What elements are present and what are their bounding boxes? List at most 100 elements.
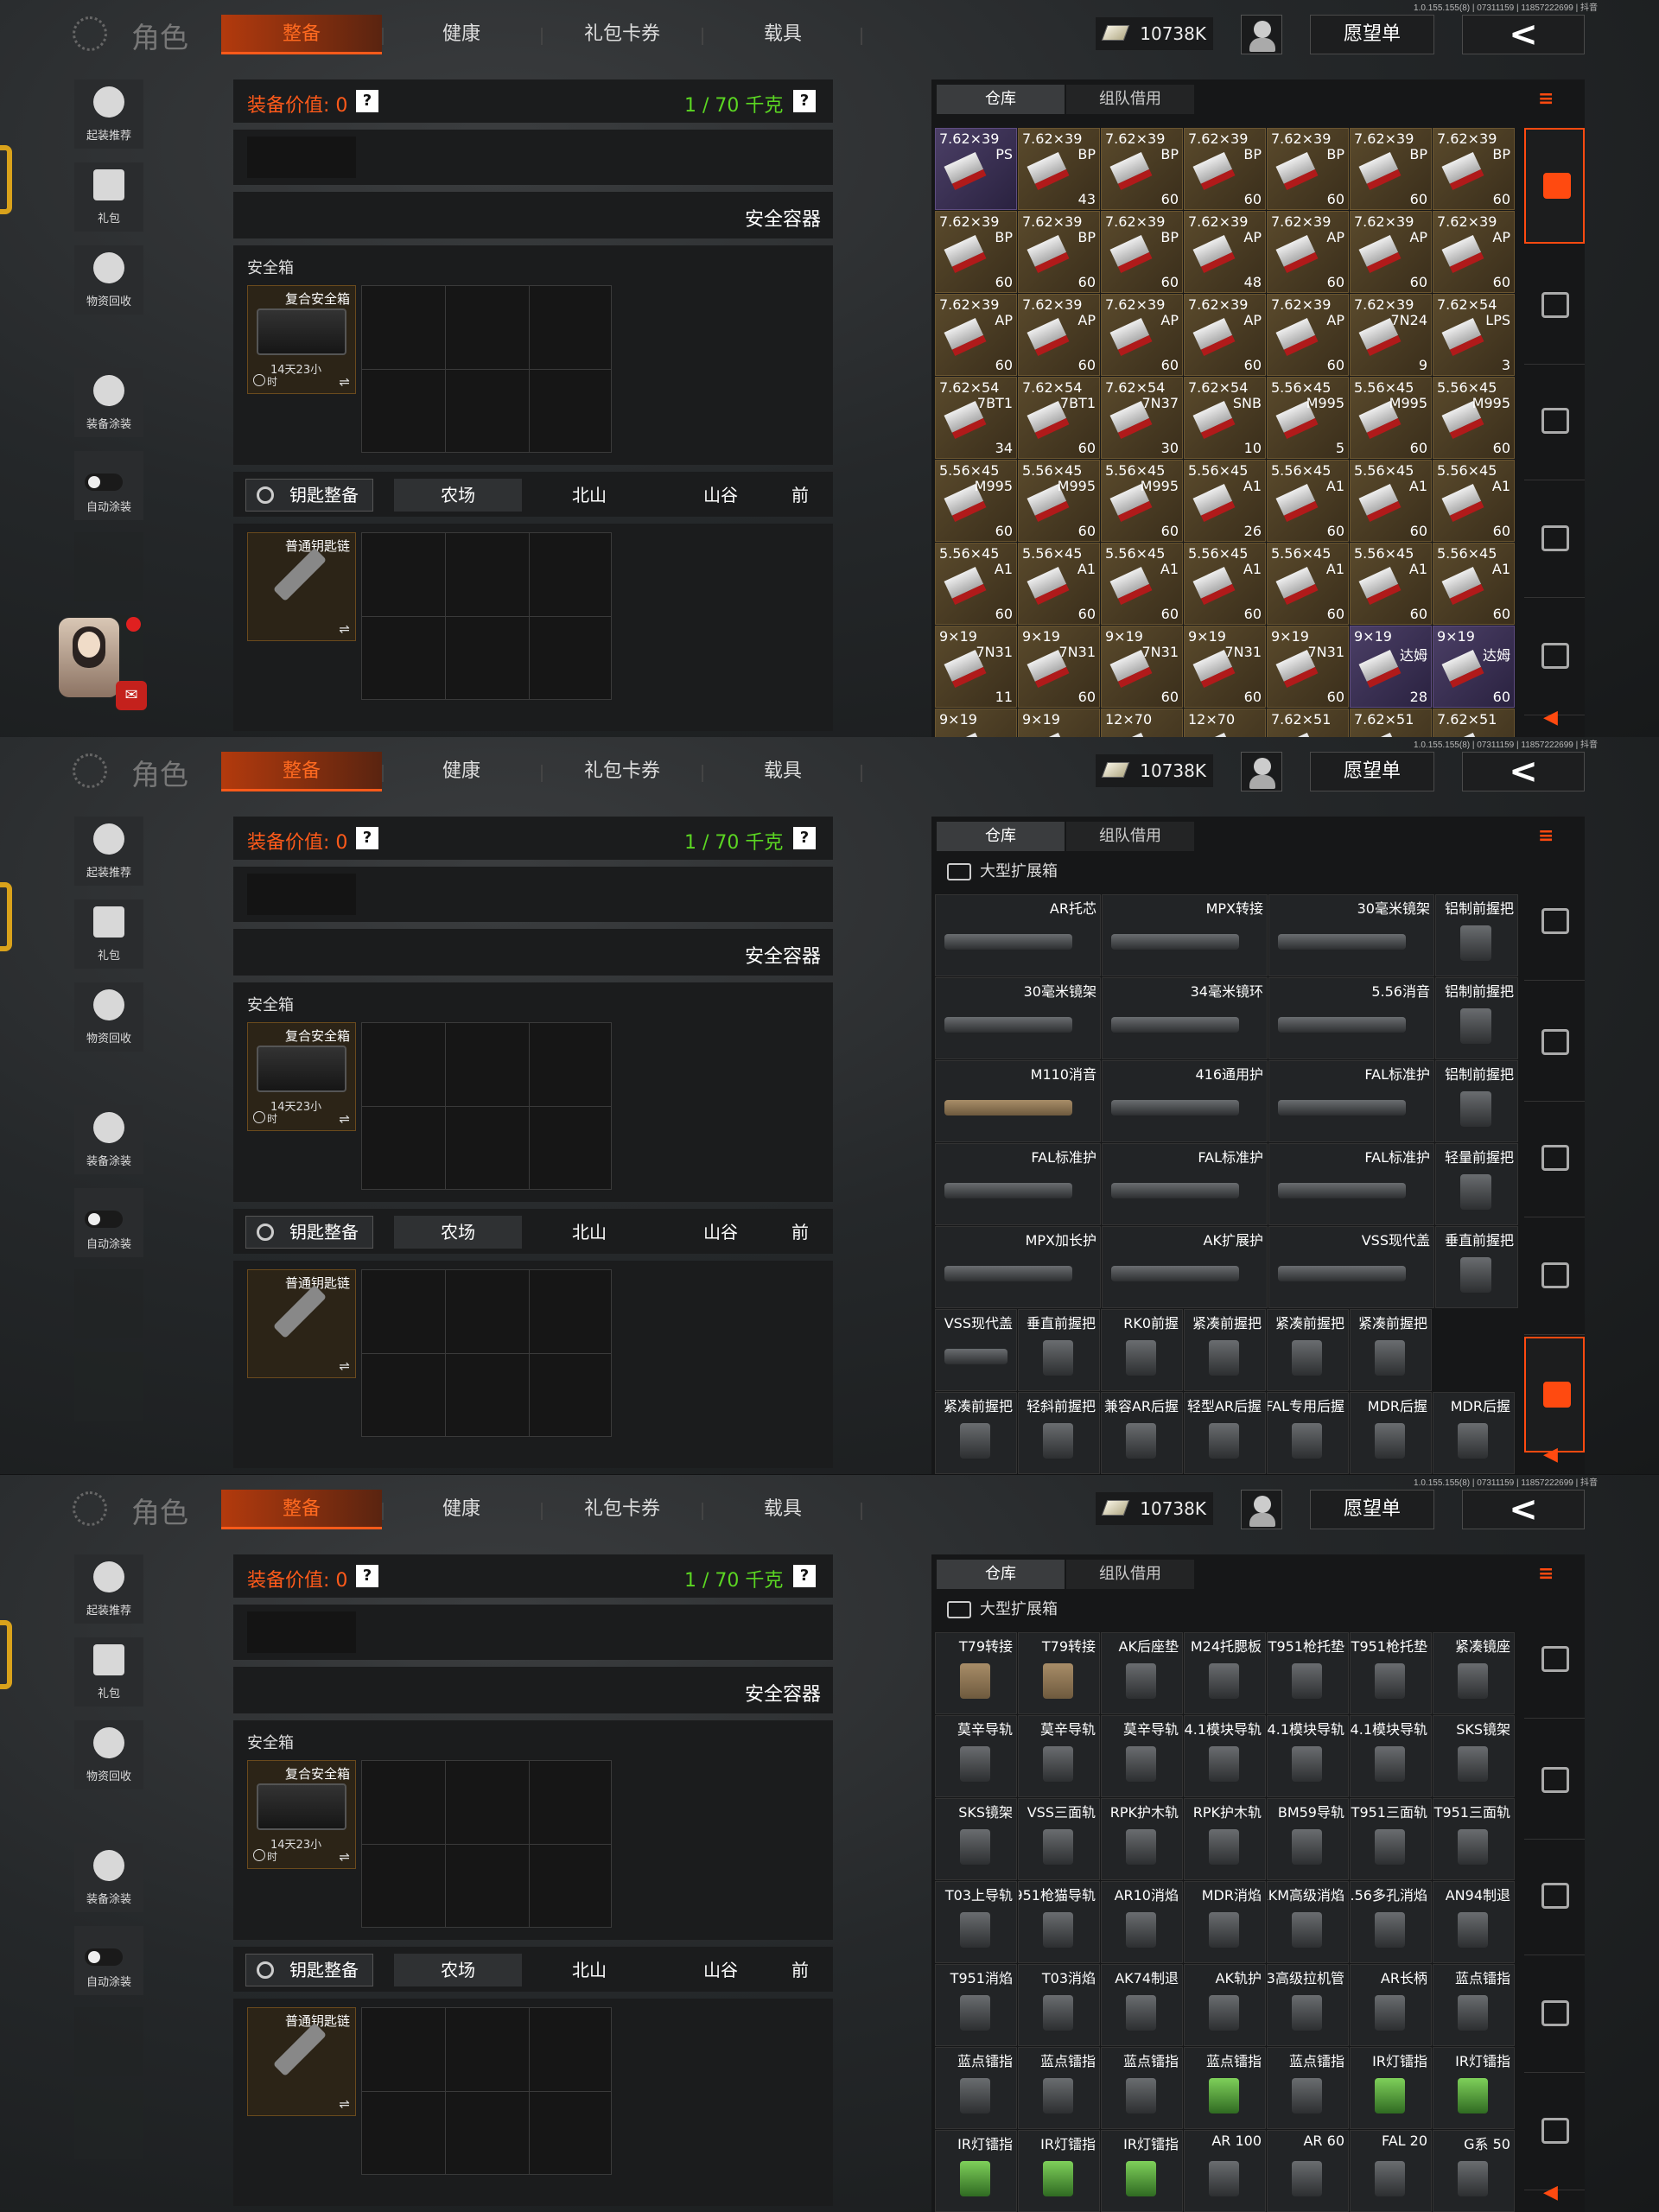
attachment-item[interactable]: FAL标准护 — [1268, 1060, 1434, 1142]
attachment-item[interactable]: 5.56消音 — [1268, 977, 1434, 1059]
map-tab-farm[interactable]: 农场 — [394, 1954, 522, 1986]
key-prep-button[interactable]: 钥匙整备 — [245, 1216, 373, 1249]
ammo-item[interactable]: 5.56×45 A1 60 — [1267, 543, 1349, 625]
attachment-item[interactable]: T951三面轨 — [1433, 1798, 1515, 1880]
ammo-item[interactable]: 5.56×45 M995 60 — [935, 460, 1017, 542]
attachment-item[interactable]: AK扩展护 — [1102, 1226, 1268, 1308]
ammo-item[interactable]: 7.62×51 — [1267, 709, 1349, 737]
tab-giftcards[interactable]: 礼包卡券 — [544, 752, 700, 791]
ammo-item[interactable]: 7.62×39 BP 60 — [1101, 211, 1183, 293]
tab-vehicle[interactable]: 载具 — [705, 752, 861, 791]
collapse-arrow-icon[interactable]: ◀ — [1543, 1444, 1558, 1465]
weight-help-button[interactable]: ? — [793, 827, 816, 849]
map-tab-north-mountain[interactable]: 北山 — [525, 1954, 653, 1986]
attachment-item[interactable]: 轻斜前握把 — [1018, 1392, 1100, 1474]
attachment-item[interactable]: AR10消焰 — [1101, 1881, 1183, 1963]
wishlist-button[interactable]: 愿望单 — [1310, 1490, 1434, 1529]
attachment-item[interactable]: 莫辛导轨 — [1101, 1715, 1183, 1797]
wechat-icon[interactable]: ✉ — [116, 681, 147, 710]
ammo-item[interactable]: 5.56×45 A1 26 — [1184, 460, 1266, 542]
composite-safe-box[interactable]: 复合安全箱 14天23小 时 ⇌ — [247, 1022, 356, 1131]
rifle-category-icon[interactable] — [1524, 249, 1585, 365]
ammo-item[interactable]: 7.62×39 BP 60 — [1018, 211, 1100, 293]
attachment-item[interactable]: AK轨护 — [1184, 1964, 1266, 2046]
attachment-item[interactable]: BM59导轨 — [1267, 1798, 1349, 1880]
ammo-item[interactable]: 9×19 达姆 60 — [1433, 626, 1515, 708]
attachment-item[interactable]: 紧凑前握把 — [1267, 1309, 1349, 1391]
ammo-item[interactable]: 7.62×39 AP 60 — [935, 294, 1017, 376]
collapse-arrow-icon[interactable]: ◀ — [1543, 2182, 1558, 2203]
ammo-item[interactable]: 7.62×39 7N24 9 — [1350, 294, 1432, 376]
ammo-item[interactable]: 7.62×54 LPS 3 — [1433, 294, 1515, 376]
attachment-item[interactable]: M110消音 — [935, 1060, 1101, 1142]
ammo-item[interactable]: 7.62×39 BP 60 — [1101, 128, 1183, 210]
attachment-item[interactable]: 蓝点镭指 — [1184, 2047, 1266, 2129]
equipment-skin-button[interactable]: 装备涂装 — [74, 1843, 143, 1912]
container-category-icon[interactable] — [1524, 1840, 1585, 1955]
swap-icon[interactable]: ⇌ — [339, 1358, 350, 1374]
ammo-item[interactable]: 7.62×39 BP 60 — [1433, 128, 1515, 210]
weight-help-button[interactable]: ? — [793, 1565, 816, 1587]
ammo-item[interactable]: 7.62×51 — [1350, 709, 1432, 737]
map-tab-valley[interactable]: 山谷 — [657, 479, 785, 512]
ammo-item[interactable]: 7.62×39 BP 60 — [1184, 128, 1266, 210]
home-category-icon[interactable] — [1524, 1603, 1585, 1719]
profile-button[interactable] — [1241, 1490, 1282, 1529]
attachment-item[interactable]: G系 50 — [1433, 2130, 1515, 2212]
map-tab-more[interactable]: 前 — [783, 1954, 817, 1986]
ammo-item[interactable]: 9×19 — [935, 709, 1017, 737]
attachment-item[interactable]: 蓝点镭指 — [1267, 2047, 1349, 2129]
container2-category-icon[interactable] — [1524, 1219, 1585, 1335]
recommended-loadout-button[interactable]: 起装推荐 — [74, 79, 143, 149]
tab-warehouse[interactable]: 仓库 — [937, 1560, 1065, 1589]
currency-display[interactable]: 10738K — [1096, 17, 1213, 50]
tab-giftcards[interactable]: 礼包卡券 — [544, 1490, 700, 1529]
container-category-icon[interactable] — [1524, 1102, 1585, 1217]
attachment-item[interactable]: SKS镜架 — [935, 1798, 1017, 1880]
attachment-item[interactable]: VSS现代盖 — [1268, 1226, 1434, 1308]
attachment-item[interactable]: 莫辛导轨 — [1018, 1715, 1100, 1797]
profile-button[interactable] — [1241, 15, 1282, 54]
keychain-item[interactable]: 普通钥匙链 ⇌ — [247, 2007, 356, 2116]
ammo-item[interactable]: 7.62×39 BP 60 — [1350, 128, 1432, 210]
attachment-item[interactable]: 30毫米镜架 — [935, 977, 1101, 1059]
recommended-loadout-button[interactable]: 起装推荐 — [74, 1554, 143, 1624]
ammo-item[interactable]: 5.56×45 M995 60 — [1433, 377, 1515, 459]
attachment-item[interactable]: 蓝点镭指 — [1101, 2047, 1183, 2129]
left-edge-ring-icon[interactable] — [0, 145, 12, 214]
attachment-item[interactable]: FAL 20 — [1350, 2130, 1432, 2212]
ammo-item[interactable]: 9×19 — [1018, 709, 1100, 737]
auto-skin-toggle[interactable]: 自动涂装 — [74, 1188, 143, 1257]
toggle-switch[interactable] — [85, 1211, 123, 1228]
attachment-item[interactable]: T951三面轨 — [1350, 1798, 1432, 1880]
empty-slot[interactable] — [247, 137, 356, 178]
ammo-item[interactable]: 9×19 7N31 60 — [1184, 626, 1266, 708]
ammo-item[interactable]: 5.56×45 A1 60 — [1350, 543, 1432, 625]
ammo-item[interactable]: 7.62×39 BP 60 — [935, 211, 1017, 293]
left-edge-ring-icon[interactable] — [0, 1620, 12, 1689]
map-tab-more[interactable]: 前 — [783, 1216, 817, 1249]
tab-giftcards[interactable]: 礼包卡券 — [544, 15, 700, 54]
attachment-item[interactable]: FAL标准护 — [1102, 1143, 1268, 1225]
currency-display[interactable]: 10738K — [1096, 1492, 1213, 1525]
tab-vehicle[interactable]: 载具 — [705, 1490, 861, 1529]
ammo-item[interactable]: 7.62×39 BP 60 — [1267, 128, 1349, 210]
tab-team-borrow[interactable]: 组队借用 — [1066, 1560, 1194, 1589]
ammo-item[interactable]: 9×19 7N31 60 — [1267, 626, 1349, 708]
attachment-item[interactable]: 34毫米镜环 — [1102, 977, 1268, 1059]
attachment-item[interactable]: 30毫米镜架 — [1268, 894, 1434, 976]
auto-skin-toggle[interactable]: 自动涂装 — [74, 1926, 143, 1995]
attachment-item[interactable]: IR灯镭指 — [1350, 2047, 1432, 2129]
tab-prepare[interactable]: 整备 — [221, 1490, 382, 1529]
ammo-item[interactable]: 7.62×39 AP 48 — [1184, 211, 1266, 293]
recycle-button[interactable]: 物资回收 — [74, 982, 143, 1052]
ammo-item[interactable]: 7.62×39 AP 60 — [1267, 211, 1349, 293]
value-help-button[interactable]: ? — [356, 1565, 378, 1587]
tab-prepare[interactable]: 整备 — [221, 15, 382, 54]
swap-icon[interactable]: ⇌ — [339, 1111, 350, 1127]
map-tab-north-mountain[interactable]: 北山 — [525, 479, 653, 512]
attachment-item[interactable]: MDR后握 — [1350, 1392, 1432, 1474]
filter-icon[interactable]: ≡ — [1538, 88, 1569, 111]
ammo-item[interactable]: 7.62×39 AP 60 — [1433, 211, 1515, 293]
ammo-item[interactable]: 5.56×45 A1 60 — [935, 543, 1017, 625]
